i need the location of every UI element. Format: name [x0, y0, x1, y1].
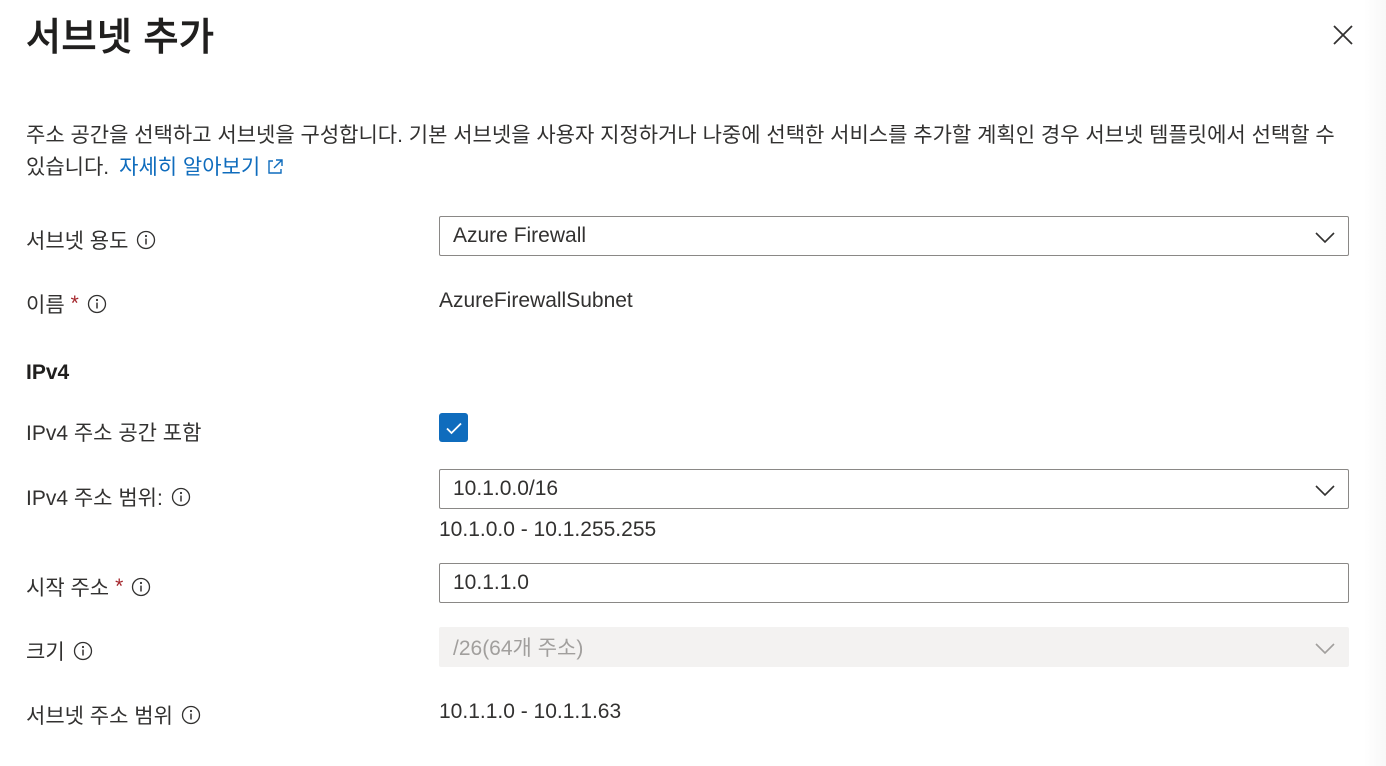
subnet-range-label: 서브넷 주소 범위	[26, 700, 201, 730]
learn-more-label: 자세히 알아보기	[119, 156, 261, 179]
purpose-dropdown[interactable]: Azure Firewall	[439, 216, 1349, 256]
chevron-down-icon	[1315, 485, 1335, 497]
external-link-icon	[266, 154, 284, 186]
start-address-value: 10.1.1.0	[453, 571, 529, 594]
name-value: AzureFirewallSubnet	[439, 289, 633, 312]
include-ipv4-label-text: IPv4 주소 공간 포함	[26, 422, 202, 445]
add-subnet-panel: 서브넷 추가 주소 공간을 선택하고 서브넷을 구성합니다. 기본 서브넷을 사…	[0, 0, 1386, 766]
info-icon[interactable]	[87, 294, 107, 314]
purpose-label-text: 서브넷 용도	[26, 230, 129, 253]
name-label: 이름 *	[26, 289, 107, 319]
size-label-text: 크기	[26, 641, 65, 664]
ipv4-range-label: IPv4 주소 범위:	[26, 482, 191, 512]
include-ipv4-label: IPv4 주소 공간 포함	[26, 417, 201, 447]
ipv4-section-title: IPv4	[26, 361, 70, 384]
description: 주소 공간을 선택하고 서브넷을 구성합니다. 기본 서브넷을 사용자 지정하거…	[26, 120, 1346, 186]
ipv4-range-text: 10.1.0.0 - 10.1.255.255	[439, 518, 657, 541]
start-address-label-text: 시작 주소	[26, 577, 110, 600]
subnet-range-value: 10.1.1.0 - 10.1.1.63	[439, 700, 622, 723]
subnet-range-label-text: 서브넷 주소 범위	[26, 705, 173, 728]
info-icon[interactable]	[171, 487, 191, 507]
info-icon[interactable]	[181, 705, 201, 725]
purpose-label: 서브넷 용도	[26, 225, 156, 255]
purpose-value: Azure Firewall	[453, 224, 587, 247]
size-value: /26(64개 주소)	[453, 637, 584, 660]
name-label-text: 이름	[26, 294, 65, 317]
start-address-label: 시작 주소 *	[26, 572, 151, 602]
info-icon[interactable]	[136, 230, 156, 250]
info-icon[interactable]	[73, 641, 93, 661]
chevron-down-icon	[1315, 643, 1335, 655]
panel-edge	[1364, 0, 1386, 766]
required-mark: *	[115, 575, 124, 598]
size-dropdown[interactable]: /26(64개 주소)	[439, 627, 1349, 667]
ipv4-range-value: 10.1.0.0/16	[453, 477, 559, 500]
learn-more-link[interactable]: 자세히 알아보기	[119, 156, 284, 179]
required-mark: *	[70, 292, 79, 315]
ipv4-range-label-text: IPv4 주소 범위:	[26, 487, 163, 510]
close-icon	[1333, 25, 1353, 45]
start-address-input[interactable]: 10.1.1.0	[439, 563, 1349, 603]
close-button[interactable]	[1330, 22, 1356, 48]
chevron-down-icon	[1315, 232, 1335, 244]
page-title: 서브넷 추가	[26, 17, 215, 59]
include-ipv4-checkbox[interactable]	[439, 413, 468, 442]
ipv4-range-dropdown[interactable]: 10.1.0.0/16	[439, 469, 1349, 509]
checkmark-icon	[445, 422, 462, 434]
size-label: 크기	[26, 636, 93, 666]
info-icon[interactable]	[131, 577, 151, 597]
